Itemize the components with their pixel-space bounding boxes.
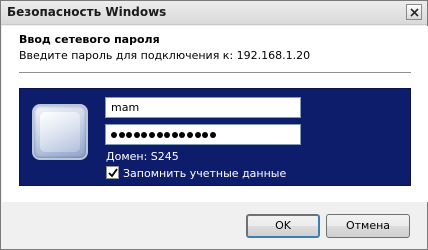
remember-credentials[interactable]: Запомнить учетные данные [106, 166, 286, 180]
dialog-body: Ввод сетевого пароля Введите пароль для … [2, 26, 428, 202]
close-button[interactable] [406, 4, 422, 20]
password-dot [133, 132, 140, 138]
user-tile-frame [40, 112, 80, 152]
window-title: Безопасность Windows [7, 5, 167, 19]
user-tile-icon [32, 104, 88, 160]
username-value: mam [111, 101, 140, 114]
password-dot [141, 132, 148, 138]
remember-label: Запомнить учетные данные [123, 167, 287, 180]
title-bar[interactable]: Безопасность Windows [1, 1, 427, 25]
password-dot [171, 132, 178, 138]
password-dot [186, 132, 193, 138]
password-dot [194, 132, 201, 138]
ok-button[interactable]: OK [246, 214, 320, 238]
security-dialog: Безопасность Windows Ввод сетевого парол… [0, 0, 428, 250]
password-dot [179, 132, 186, 138]
remember-checkbox[interactable] [106, 166, 119, 179]
password-dot [118, 132, 125, 138]
separator [19, 72, 411, 73]
dialog-subheading: Введите пароль для подключения к: 192.16… [19, 49, 311, 62]
credential-tile: mam Домен: S245 Запомнить учетные данные [19, 88, 411, 186]
checkmark-icon [108, 168, 118, 178]
close-icon [410, 8, 419, 17]
domain-label: Домен: S245 [106, 150, 179, 163]
password-dot [148, 132, 155, 138]
password-dot [111, 132, 117, 138]
username-input[interactable]: mam [105, 97, 301, 118]
password-dot [164, 132, 171, 138]
password-dot [126, 132, 133, 138]
cancel-button[interactable]: Отмена [326, 214, 410, 238]
password-dots [111, 128, 217, 141]
password-dot [202, 132, 209, 138]
password-dot [156, 132, 163, 138]
dialog-heading: Ввод сетевого пароля [19, 33, 160, 46]
password-input[interactable] [105, 124, 301, 145]
password-dot [209, 132, 216, 138]
